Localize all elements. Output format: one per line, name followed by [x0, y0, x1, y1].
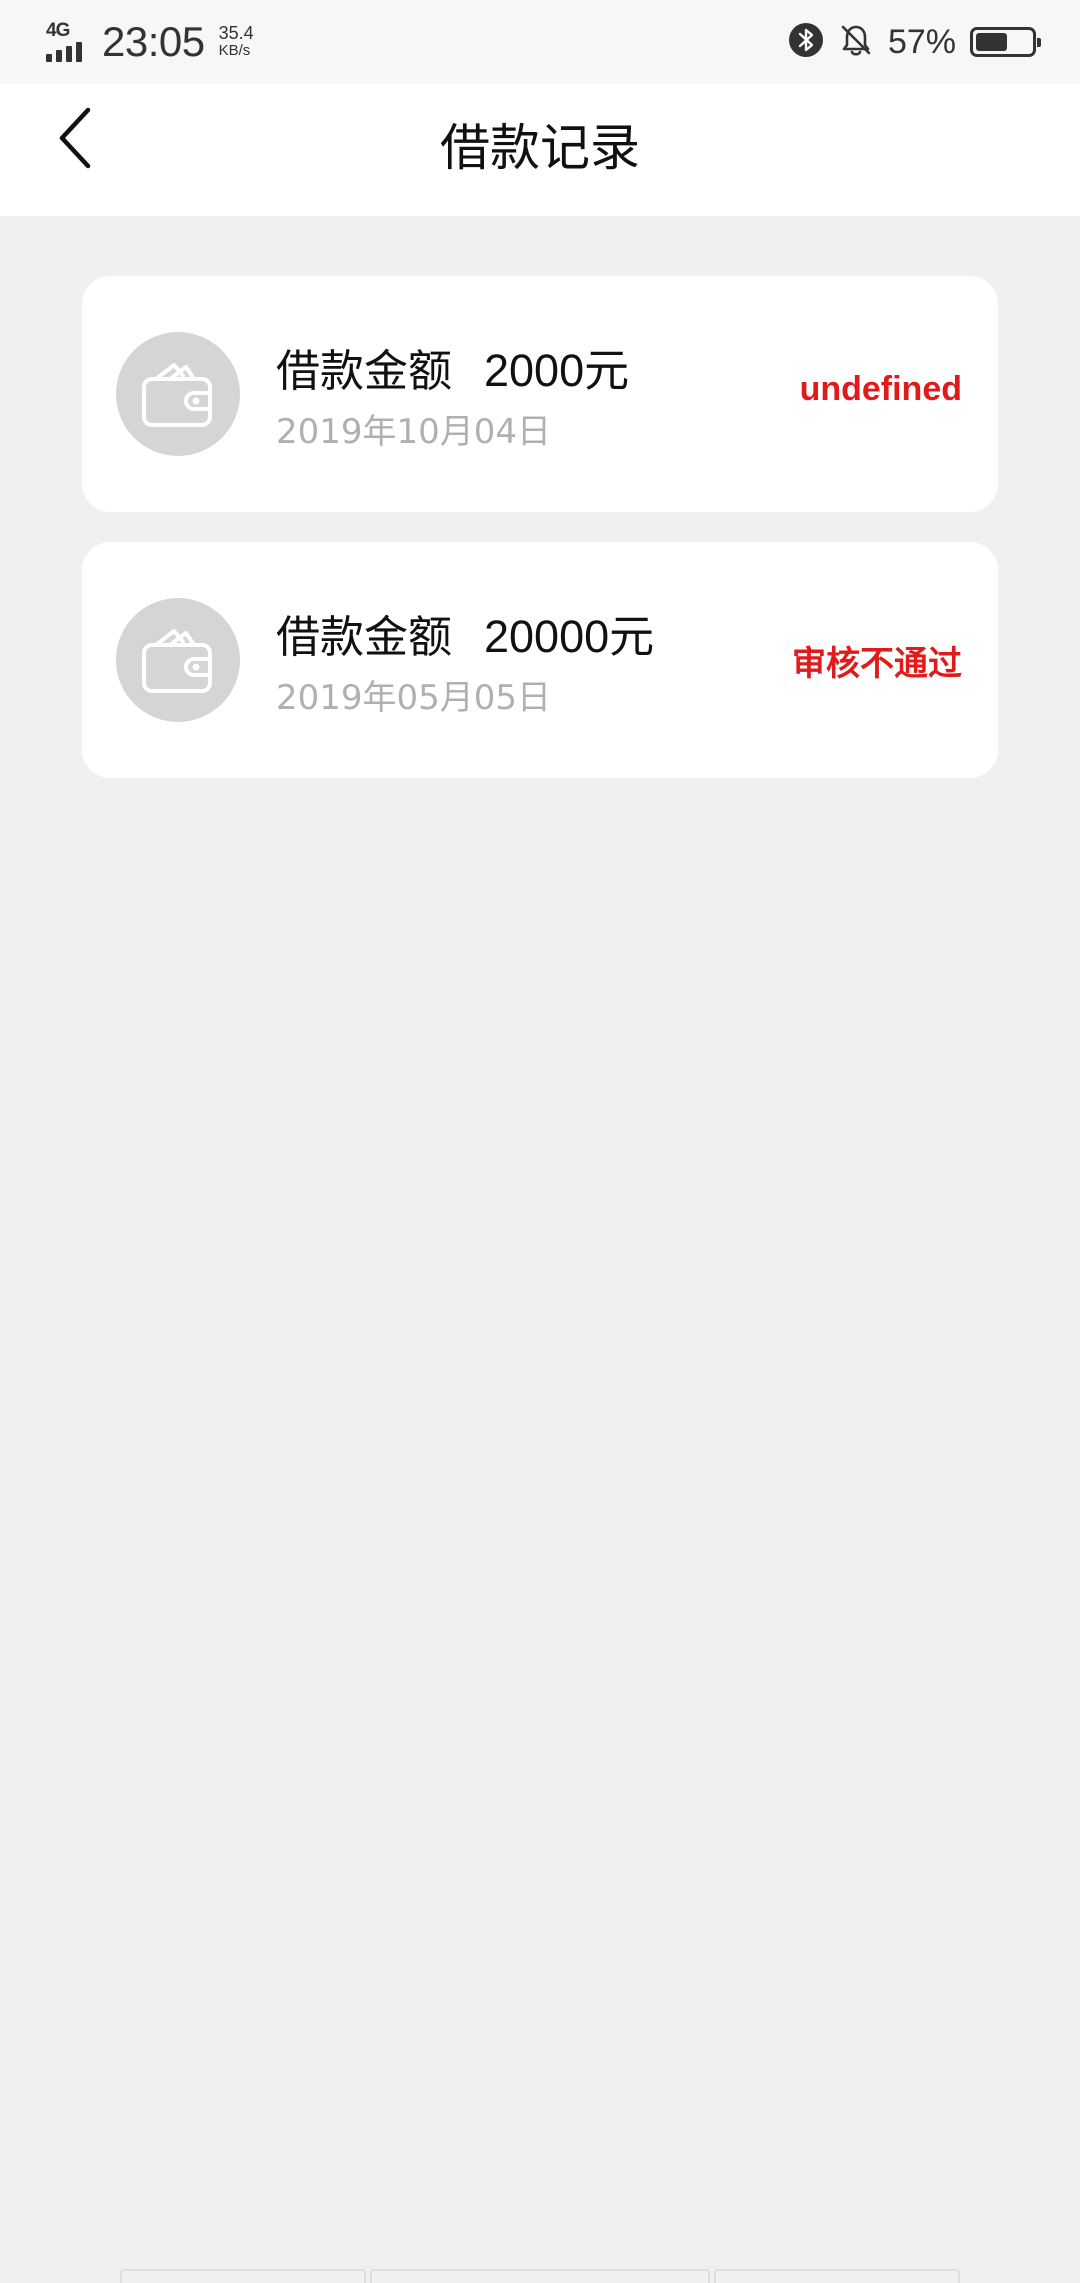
- loan-amount-value: 2000元: [484, 345, 630, 396]
- loan-record-card[interactable]: 借款金额 20000元 2019年05月05日 审核不通过: [82, 542, 998, 778]
- loan-amount: 借款金额 2000元: [276, 334, 629, 399]
- bottom-partial-tab: [370, 2269, 710, 2283]
- battery-fill: [976, 33, 1007, 51]
- loan-date: 2019年05月05日: [276, 678, 552, 718]
- loan-record-card[interactable]: 借款金额 2000元 2019年10月04日 undefined: [82, 276, 998, 512]
- battery-icon: [970, 27, 1041, 57]
- status-bar: 4G 23:05 35.4 KB/s 57%: [0, 0, 1080, 84]
- loan-amount-label: 借款金额: [276, 346, 452, 397]
- wallet-icon: [116, 332, 240, 456]
- network-speed-unit: KB/s: [218, 42, 251, 59]
- network-speed: 35.4 KB/s: [219, 24, 254, 60]
- status-bar-right: 57%: [788, 18, 1041, 66]
- network-speed-value: 35.4: [218, 23, 254, 43]
- battery-percent: 57%: [887, 22, 956, 61]
- bottom-partial-controls: [0, 2266, 1080, 2283]
- bottom-partial-tab: [714, 2269, 960, 2283]
- bell-off-icon: [838, 22, 874, 62]
- wallet-icon: [116, 598, 240, 722]
- page-title: 借款记录: [440, 119, 640, 177]
- loan-date: 2019年10月04日: [276, 412, 552, 452]
- bluetooth-icon: [788, 22, 824, 62]
- signal-bars: [46, 42, 82, 62]
- loan-status: undefined: [799, 370, 962, 408]
- status-bar-left: 4G 23:05 35.4 KB/s: [44, 16, 254, 68]
- loan-amount: 借款金额 20000元: [276, 600, 654, 665]
- status-time: 23:05: [102, 18, 205, 65]
- loan-status: 审核不通过: [792, 645, 962, 683]
- title-bar: 借款记录: [0, 84, 1080, 216]
- signal-icon: 4G: [44, 20, 92, 64]
- network-type: 4G: [46, 20, 70, 41]
- loan-amount-value: 20000元: [484, 611, 655, 662]
- loan-record-list: 借款金额 2000元 2019年10月04日 undefined 借款金额 20…: [82, 276, 998, 808]
- loan-amount-label: 借款金额: [276, 612, 452, 663]
- bottom-partial-tab: [120, 2269, 366, 2283]
